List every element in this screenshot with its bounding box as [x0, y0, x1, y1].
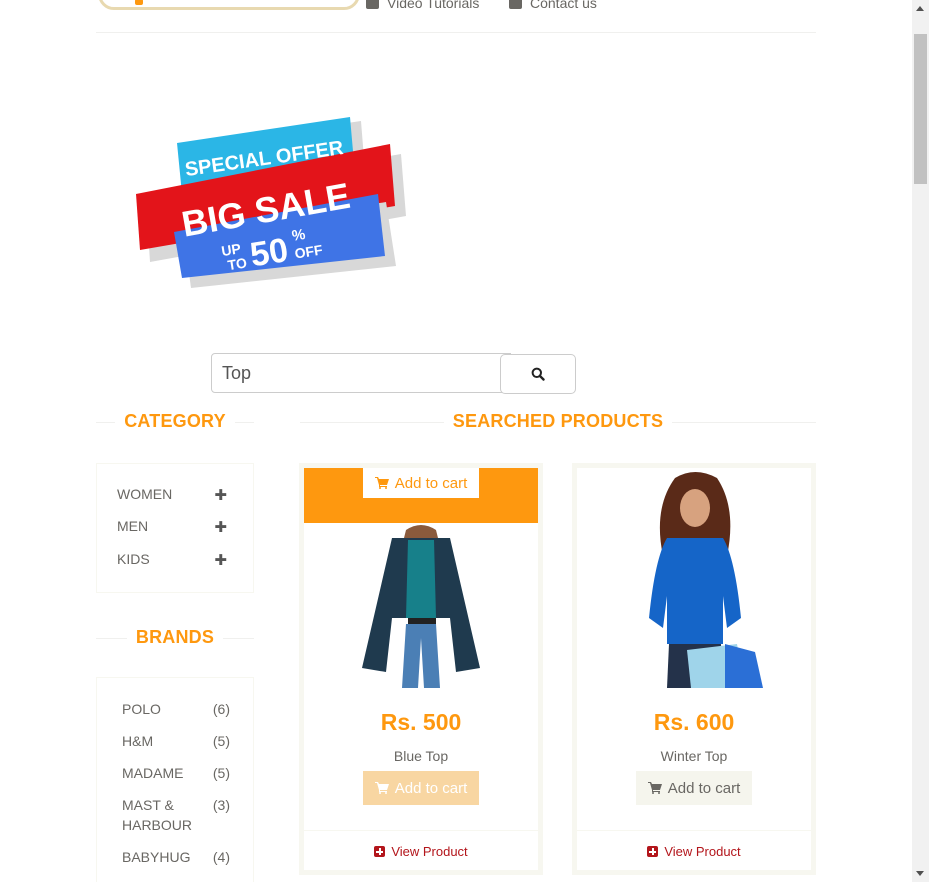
- product-overlay: Add to cart: [304, 468, 538, 523]
- add-to-cart-button[interactable]: Add to cart: [363, 771, 479, 805]
- product-image[interactable]: Add to cart: [304, 468, 538, 688]
- scroll-down-arrow-icon[interactable]: [916, 871, 924, 876]
- sale-banner: SPECIAL OFFER BIG SALE UP TO 50 % OFF: [136, 117, 406, 288]
- brand-babyhug[interactable]: BABYHUG (4): [122, 847, 230, 867]
- products-title: SEARCHED PRODUCTS: [300, 411, 816, 432]
- product-card: Rs. 600 Winter Top Add to cart View Prod…: [572, 463, 816, 875]
- view-product-link[interactable]: View Product: [577, 844, 811, 859]
- plus-icon[interactable]: ✚: [214, 518, 227, 536]
- view-product-link[interactable]: View Product: [304, 844, 538, 859]
- plus-icon[interactable]: ✚: [214, 486, 227, 504]
- product-price: Rs. 500: [380, 709, 462, 735]
- product-name: Blue Top: [393, 748, 449, 764]
- plus-icon[interactable]: ✚: [214, 551, 227, 569]
- vertical-scrollbar[interactable]: [912, 0, 929, 882]
- add-to-cart-button[interactable]: Add to cart: [636, 771, 752, 805]
- category-kids[interactable]: KIDS ✚: [117, 551, 227, 569]
- cart-icon: [647, 782, 662, 794]
- banner-pct-sign: %: [291, 226, 307, 245]
- search-icon: [531, 367, 545, 381]
- brand-mast-harbour[interactable]: MAST & HARBOUR (3): [122, 795, 230, 835]
- cart-icon: [374, 782, 389, 794]
- cart-icon: [374, 477, 389, 489]
- product-photo: [577, 468, 811, 688]
- banner-percent: 50: [248, 231, 291, 274]
- product-card: Add to cart Rs. 500 Blue Top Add to cart…: [299, 463, 543, 875]
- brand-hm[interactable]: H&M (5): [122, 731, 230, 751]
- category-panel: WOMEN ✚ MEN ✚ KIDS ✚: [96, 463, 254, 593]
- video-tutorials-link[interactable]: Video Tutorials: [366, 0, 479, 11]
- scroll-up-arrow-icon[interactable]: [916, 6, 924, 11]
- header: Video Tutorials Contact us: [0, 0, 912, 34]
- header-divider: [96, 32, 816, 33]
- plus-square-icon: [647, 846, 659, 857]
- category-women[interactable]: WOMEN ✚: [117, 486, 227, 504]
- brands-title: BRANDS: [96, 627, 254, 648]
- card-divider: [304, 830, 538, 831]
- brands-panel: POLO (6) H&M (5) MADAME (5) MAST & HARBO…: [96, 677, 254, 882]
- search-input[interactable]: [211, 353, 511, 393]
- search-button[interactable]: [500, 354, 576, 394]
- product-image[interactable]: [577, 468, 811, 688]
- card-divider: [577, 830, 811, 831]
- product-name: Winter Top: [660, 748, 728, 764]
- contact-us-link[interactable]: Contact us: [509, 0, 597, 11]
- banner-to: TO: [227, 254, 249, 273]
- category-men[interactable]: MEN ✚: [117, 518, 227, 536]
- site-logo[interactable]: [98, 0, 360, 10]
- overlay-add-to-cart-button[interactable]: Add to cart: [363, 468, 479, 498]
- scroll-thumb[interactable]: [914, 34, 927, 184]
- envelope-icon: [509, 0, 522, 9]
- brand-madame[interactable]: MADAME (5): [122, 763, 230, 783]
- brand-polo[interactable]: POLO (6): [122, 699, 230, 719]
- plus-square-icon: [374, 846, 386, 857]
- youtube-icon: [366, 0, 379, 9]
- product-price: Rs. 600: [653, 709, 735, 735]
- category-title: CATEGORY: [96, 411, 254, 432]
